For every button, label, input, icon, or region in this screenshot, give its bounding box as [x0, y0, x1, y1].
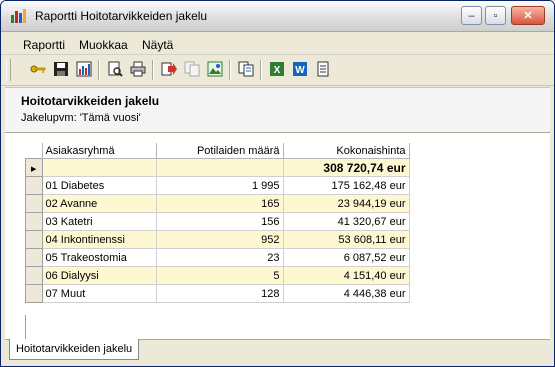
row-indicator[interactable]: [25, 230, 43, 249]
print-icon[interactable]: [129, 60, 147, 78]
copy-disabled-icon: [183, 60, 201, 78]
report-subtitle: Jakelupvm: 'Tämä vuosi': [21, 112, 141, 124]
svg-text:W: W: [295, 65, 305, 76]
price-cell[interactable]: 175 162,48 eur: [282, 176, 410, 195]
total-count-cell[interactable]: [155, 158, 284, 177]
save-icon[interactable]: [52, 60, 70, 78]
count-cell[interactable]: 1 995: [155, 176, 284, 195]
price-cell[interactable]: 41 320,67 eur: [282, 212, 410, 231]
minimize-icon: –: [468, 9, 475, 22]
tab-bar: Hoitotarvikkeiden jakelu: [5, 339, 550, 362]
group-cell[interactable]: 05 Trakeostomia: [41, 248, 157, 267]
column-header-kokonaishinta[interactable]: Kokonaishinta: [282, 143, 410, 159]
count-cell[interactable]: 128: [155, 284, 284, 303]
excel-icon[interactable]: X: [268, 60, 286, 78]
title-bar[interactable]: Raportti Hoitotarvikkeiden jakelu – ▫ ✕: [1, 1, 554, 32]
count-cell[interactable]: 952: [155, 230, 284, 249]
word-icon[interactable]: W: [291, 60, 309, 78]
report-grid: Asiakasryhmä Potilaiden määrä Kokonaishi…: [5, 132, 550, 340]
count-cell[interactable]: 23: [155, 248, 284, 267]
toolbar-separator: [152, 60, 154, 80]
menu-muokkaa[interactable]: Muokkaa: [79, 38, 128, 52]
row-indicator[interactable]: [25, 212, 43, 231]
total-row[interactable]: ▶ 308 720,74 eur: [25, 158, 410, 177]
tab-hoitotarvikkeiden-jakelu[interactable]: Hoitotarvikkeiden jakelu: [9, 339, 140, 360]
close-button[interactable]: ✕: [511, 6, 545, 25]
total-group-cell[interactable]: [41, 158, 157, 177]
report-window: Raportti Hoitotarvikkeiden jakelu – ▫ ✕ …: [0, 0, 555, 367]
copy-icon[interactable]: [237, 60, 255, 78]
row-indicator[interactable]: [25, 176, 43, 195]
minimize-button[interactable]: –: [461, 6, 482, 25]
svg-text:X: X: [274, 65, 281, 76]
report-title: Hoitotarvikkeiden jakelu: [21, 94, 160, 108]
price-cell[interactable]: 4 446,38 eur: [282, 284, 410, 303]
row-header-corner: [25, 143, 42, 159]
toolbar-separator: [229, 60, 231, 80]
notepad-icon[interactable]: [314, 60, 332, 78]
bar-chart-icon: [11, 9, 27, 23]
table-row[interactable]: 02 Avanne 165 23 944,19 eur: [25, 194, 410, 213]
group-cell[interactable]: 07 Muut: [41, 284, 157, 303]
row-indicator[interactable]: [25, 248, 43, 267]
table-row[interactable]: 01 Diabetes 1 995 175 162,48 eur: [25, 176, 410, 195]
report-icon[interactable]: [75, 60, 93, 78]
price-cell[interactable]: 23 944,19 eur: [282, 194, 410, 213]
key-icon[interactable]: [29, 60, 47, 78]
grid-gutter: [25, 315, 48, 340]
count-cell[interactable]: 5: [155, 266, 284, 285]
count-cell[interactable]: 156: [155, 212, 284, 231]
current-row-pointer-icon: ▶: [31, 165, 37, 173]
data-table: Asiakasryhmä Potilaiden määrä Kokonaishi…: [25, 143, 410, 303]
total-price-cell[interactable]: 308 720,74 eur: [282, 158, 410, 177]
toolbar-separator: [98, 60, 100, 80]
group-cell[interactable]: 04 Inkontinenssi: [41, 230, 157, 249]
maximize-button[interactable]: ▫: [485, 6, 506, 25]
toolbar: X W: [1, 55, 554, 86]
group-cell[interactable]: 06 Dialyysi: [41, 266, 157, 285]
price-cell[interactable]: 6 087,52 eur: [282, 248, 410, 267]
table-row[interactable]: 06 Dialyysi 5 4 151,40 eur: [25, 266, 410, 285]
menu-bar: Raportti Muokkaa Näytä: [1, 32, 554, 55]
table-row[interactable]: 03 Katetri 156 41 320,67 eur: [25, 212, 410, 231]
window-title: Raportti Hoitotarvikkeiden jakelu: [35, 9, 208, 23]
row-indicator[interactable]: [25, 194, 43, 213]
group-cell[interactable]: 02 Avanne: [41, 194, 157, 213]
price-cell[interactable]: 53 608,11 eur: [282, 230, 410, 249]
column-header-asiakasryhma[interactable]: Asiakasryhmä: [41, 143, 157, 159]
maximize-icon: ▫: [493, 9, 498, 22]
group-cell[interactable]: 03 Katetri: [41, 212, 157, 231]
group-cell[interactable]: 01 Diabetes: [41, 176, 157, 195]
table-row[interactable]: 04 Inkontinenssi 952 53 608,11 eur: [25, 230, 410, 249]
toolbar-grip[interactable]: [6, 59, 11, 81]
count-cell[interactable]: 165: [155, 194, 284, 213]
toolbar-separator: [260, 60, 262, 80]
menu-nayta[interactable]: Näytä: [142, 38, 173, 52]
export-icon[interactable]: [160, 60, 178, 78]
report-header: Hoitotarvikkeiden jakelu Jakelupvm: 'Täm…: [5, 87, 550, 132]
row-indicator[interactable]: [25, 284, 43, 303]
column-header-potilaiden-maara[interactable]: Potilaiden määrä: [155, 143, 284, 159]
price-cell[interactable]: 4 151,40 eur: [282, 266, 410, 285]
image-icon[interactable]: [206, 60, 224, 78]
row-indicator[interactable]: [25, 266, 43, 285]
close-icon: ✕: [523, 10, 533, 22]
print-preview-icon[interactable]: [106, 60, 124, 78]
table-row[interactable]: 07 Muut 128 4 446,38 eur: [25, 284, 410, 303]
table-row[interactable]: 05 Trakeostomia 23 6 087,52 eur: [25, 248, 410, 267]
row-indicator[interactable]: ▶: [25, 158, 43, 177]
menu-raportti[interactable]: Raportti: [23, 38, 65, 52]
